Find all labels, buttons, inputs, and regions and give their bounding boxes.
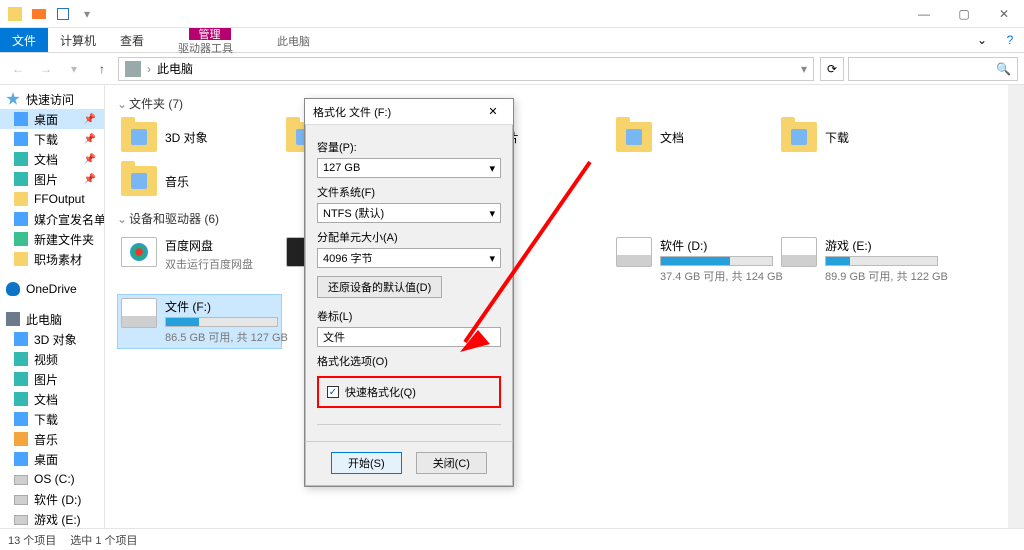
context-tab-manage[interactable]: 管理 — [189, 28, 231, 40]
close-button[interactable]: ✕ — [984, 0, 1024, 28]
navigation-pane: 快速访问 桌面📌 下载📌 文档📌 图片📌 FFOutput 媒介宣发名单 新建文… — [0, 85, 105, 528]
checkbox-icon: ✓ — [327, 386, 339, 398]
folder-documents[interactable]: 文档 — [612, 118, 777, 156]
sidebar-item-workplace[interactable]: 职场素材 — [0, 249, 104, 269]
minimize-button[interactable]: — — [904, 0, 944, 28]
search-input[interactable]: 🔍 — [848, 57, 1018, 81]
folder-music[interactable]: 音乐 — [117, 162, 282, 200]
sidebar-item-ffoutput[interactable]: FFOutput — [0, 189, 104, 209]
address-path[interactable]: › 此电脑 ▾ — [118, 57, 814, 81]
sidebar-item-os-c[interactable]: OS (C:) — [0, 469, 104, 489]
tab-view[interactable]: 查看 — [108, 28, 156, 52]
quick-format-highlight: ✓ 快速格式化(Q) — [317, 376, 501, 408]
pin-icon: 📌 — [84, 174, 96, 185]
sidebar-item-downloads[interactable]: 下载📌 — [0, 129, 104, 149]
device-file-f[interactable]: 文件 (F:)86.5 GB 可用, 共 127 GB — [117, 294, 282, 349]
pin-icon: 📌 — [84, 134, 96, 145]
dialog-title-text: 格式化 文件 (F:) — [313, 104, 391, 120]
drive-icon — [781, 237, 817, 267]
chevron-right-icon[interactable]: › — [147, 62, 151, 76]
help-button[interactable]: ? — [996, 28, 1024, 52]
pc-icon — [125, 61, 141, 77]
search-icon: 🔍 — [996, 62, 1011, 76]
sidebar-item-pictures2[interactable]: 图片 — [0, 369, 104, 389]
sidebar-item-pictures[interactable]: 图片📌 — [0, 169, 104, 189]
scrollbar[interactable] — [1008, 85, 1024, 528]
status-bar: 13 个项目 选中 1 个项目 — [0, 528, 1024, 550]
sidebar-item-game-e[interactable]: 游戏 (E:) — [0, 509, 104, 528]
status-selection-count: 选中 1 个项目 — [70, 532, 137, 548]
ribbon: 文件 计算机 查看 管理 驱动器工具 此电脑 ⌄ ? — [0, 28, 1024, 53]
sidebar-item-newfolder[interactable]: 新建文件夹 — [0, 229, 104, 249]
section-folders[interactable]: ⌄文件夹 (7) — [117, 95, 1012, 112]
quick-access-toolbar: ▾ — [0, 3, 100, 25]
sidebar-item-3d[interactable]: 3D 对象 — [0, 329, 104, 349]
dialog-close-button[interactable]: ✕ — [481, 105, 505, 118]
pin-icon: 📌 — [84, 154, 96, 165]
pin-icon: 📌 — [84, 114, 96, 125]
sidebar-item-media[interactable]: 媒介宣发名单 — [0, 209, 104, 229]
qat-checkbox-icon[interactable] — [52, 3, 74, 25]
dialog-titlebar[interactable]: 格式化 文件 (F:) ✕ — [305, 99, 513, 125]
status-item-count: 13 个项目 — [8, 532, 56, 548]
folder-downloads[interactable]: 下载 — [777, 118, 942, 156]
path-segment[interactable]: 此电脑 — [157, 60, 193, 77]
location-label: 此电脑 — [265, 28, 322, 52]
sidebar-item-documents2[interactable]: 文档 — [0, 389, 104, 409]
sidebar-onedrive[interactable]: OneDrive — [0, 279, 104, 299]
device-game-e[interactable]: 游戏 (E:)89.9 GB 可用, 共 122 GB — [777, 233, 942, 288]
sidebar-item-videos[interactable]: 视频 — [0, 349, 104, 369]
address-bar: ← → ▾ ↑ › 此电脑 ▾ ⟳ 🔍 — [0, 53, 1024, 85]
window-controls: — ▢ ✕ — [904, 0, 1024, 28]
tab-file[interactable]: 文件 — [0, 28, 48, 52]
nav-forward-button: → — [34, 57, 58, 81]
start-button[interactable]: 开始(S) — [331, 452, 402, 474]
sidebar-item-soft-d[interactable]: 软件 (D:) — [0, 489, 104, 509]
folder-3d[interactable]: 3D 对象 — [117, 118, 282, 156]
drive-icon — [616, 237, 652, 267]
close-dialog-button[interactable]: 关闭(C) — [416, 452, 487, 474]
nav-up-button[interactable]: ↑ — [90, 57, 114, 81]
qat-folder-icon[interactable] — [28, 3, 50, 25]
sidebar-quick-access[interactable]: 快速访问 — [0, 89, 104, 109]
sidebar-this-pc[interactable]: 此电脑 — [0, 309, 104, 329]
drive-icon — [121, 298, 157, 328]
restore-defaults-button[interactable]: 还原设备的默认值(D) — [317, 276, 442, 298]
path-dropdown-icon[interactable]: ▾ — [801, 62, 807, 76]
context-tab-label: 驱动器工具 — [166, 40, 245, 53]
ribbon-expand-button[interactable]: ⌄ — [968, 28, 996, 52]
qat-dropdown-icon[interactable]: ▾ — [76, 3, 98, 25]
sidebar-item-downloads2[interactable]: 下载 — [0, 409, 104, 429]
device-baidu[interactable]: 百度网盘双击运行百度网盘 — [117, 233, 282, 288]
tab-computer[interactable]: 计算机 — [48, 28, 108, 52]
format-options-label: 格式化选项(O) — [317, 353, 501, 369]
sidebar-item-music[interactable]: 音乐 — [0, 429, 104, 449]
sidebar-item-desktop[interactable]: 桌面📌 — [0, 109, 104, 129]
device-soft-d[interactable]: 软件 (D:)37.4 GB 可用, 共 124 GB — [612, 233, 777, 288]
sidebar-item-desktop2[interactable]: 桌面 — [0, 449, 104, 469]
app-icon — [4, 3, 26, 25]
nav-history-button[interactable]: ▾ — [62, 57, 86, 81]
maximize-button[interactable]: ▢ — [944, 0, 984, 28]
baidu-icon — [121, 237, 157, 267]
quick-format-checkbox[interactable]: ✓ 快速格式化(Q) — [327, 384, 491, 400]
refresh-button[interactable]: ⟳ — [820, 57, 844, 81]
titlebar: ▾ — ▢ ✕ — [0, 0, 1024, 28]
sidebar-item-documents[interactable]: 文档📌 — [0, 149, 104, 169]
nav-back-button[interactable]: ← — [6, 57, 30, 81]
